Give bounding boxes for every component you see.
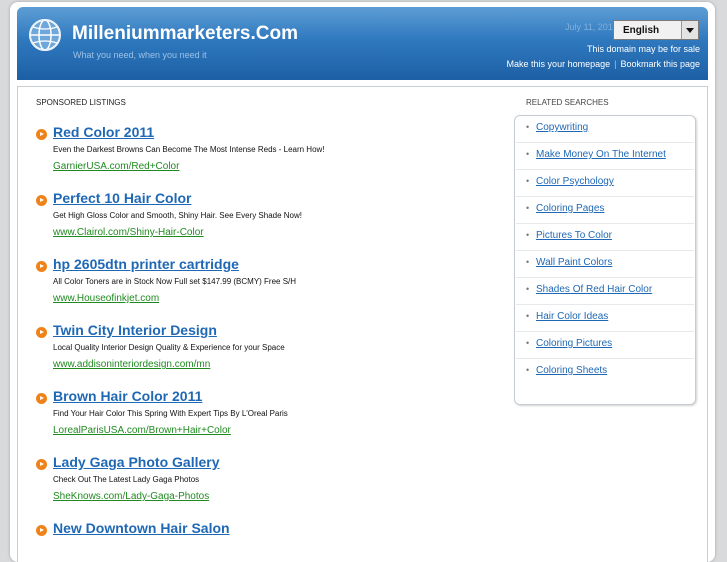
listing-url-link[interactable]: www.Houseofinkjet.com [53, 293, 159, 304]
related-search-item[interactable]: • Shades Of Red Hair Color [516, 278, 694, 305]
site-title[interactable]: Milleniummarketers.Com [72, 23, 298, 45]
page-frame: Milleniummarketers.Com What you need, wh… [10, 2, 715, 562]
bullet-icon: • [526, 311, 530, 321]
listing-url-link[interactable]: www.Clairol.com/Shiny-Hair-Color [53, 227, 204, 238]
bullet-icon: • [526, 284, 530, 294]
listing-description: Find Your Hair Color This Spring With Ex… [53, 409, 288, 418]
listing-title-link[interactable]: Brown Hair Color 2011 [53, 388, 202, 404]
listing-title-link[interactable]: Twin City Interior Design [53, 322, 217, 338]
globe-icon [29, 19, 61, 51]
related-search-item[interactable]: • Coloring Pages [516, 197, 694, 224]
related-search-item[interactable]: • Coloring Sheets [516, 359, 694, 386]
chevron-down-icon[interactable] [681, 21, 698, 39]
listing-title-link[interactable]: Red Color 2011 [53, 124, 154, 140]
bullet-icon: • [526, 230, 530, 240]
listing-title-link[interactable]: Lady Gaga Photo Gallery [53, 454, 220, 470]
related-search-item[interactable]: • Wall Paint Colors [516, 251, 694, 278]
listing-title-link[interactable]: hp 2605dtn printer cartridge [53, 256, 239, 272]
domain-sale-notice[interactable]: This domain may be for sale [587, 44, 700, 54]
related-searches-heading: RELATED SEARCHES [526, 98, 609, 107]
language-select[interactable]: English [613, 20, 699, 40]
listing-url-link[interactable]: LorealParisUSA.com/Brown+Hair+Color [53, 425, 231, 436]
related-search-link[interactable]: Copywriting [536, 122, 588, 133]
link-separator: | [614, 59, 617, 69]
orange-arrow-bullet-icon [36, 129, 47, 140]
related-search-link[interactable]: Coloring Pages [536, 203, 604, 214]
related-searches-box: • Copywriting • Make Money On The Internet… [514, 115, 696, 405]
related-search-link[interactable]: Coloring Sheets [536, 365, 607, 376]
listing-description: Local Quality Interior Design Quality & … [53, 343, 285, 352]
sponsored-listings-heading: SPONSORED LISTINGS [36, 98, 126, 107]
listing-title-link[interactable]: New Downtown Hair Salon [53, 520, 230, 536]
bullet-icon: • [526, 122, 530, 132]
orange-arrow-bullet-icon [36, 327, 47, 338]
related-search-link[interactable]: Pictures To Color [536, 230, 612, 241]
related-search-item[interactable]: • Copywriting [516, 116, 694, 143]
bullet-icon: • [526, 257, 530, 267]
listing-url-link[interactable]: GarnierUSA.com/Red+Color [53, 161, 179, 172]
bullet-icon: • [526, 338, 530, 348]
bullet-icon: • [526, 203, 530, 213]
related-search-link[interactable]: Shades Of Red Hair Color [536, 284, 652, 295]
orange-arrow-bullet-icon [36, 261, 47, 272]
date-value: July 11, 2011 [564, 22, 618, 32]
listing-url-link[interactable]: www.addisoninteriordesign.com/mn [53, 359, 210, 370]
orange-arrow-bullet-icon [36, 525, 47, 536]
listing-description: All Color Toners are in Stock Now Full s… [53, 277, 297, 286]
bullet-icon: • [526, 149, 530, 159]
header-links: Make this your homepage | Bookmark this pa… [507, 59, 700, 69]
site-header: Milleniummarketers.Com What you need, wh… [17, 7, 708, 80]
listing-description: Get High Gloss Color and Smooth, Shiny H… [53, 211, 303, 220]
bullet-icon: • [526, 176, 530, 186]
related-search-item[interactable]: • Coloring Pictures [516, 332, 694, 359]
related-search-item[interactable]: • Make Money On The Internet [516, 143, 694, 170]
bullet-icon: • [526, 365, 530, 375]
orange-arrow-bullet-icon [36, 393, 47, 404]
related-search-item[interactable]: • Color Psychology [516, 170, 694, 197]
related-search-item[interactable]: • Pictures To Color [516, 224, 694, 251]
listing-description: Check Out The Latest Lady Gaga Photos [53, 475, 200, 484]
bookmark-link[interactable]: Bookmark this page [620, 59, 700, 69]
related-search-link[interactable]: Hair Color Ideas [536, 311, 608, 322]
orange-arrow-bullet-icon [36, 195, 47, 206]
listing-description: Even the Darkest Browns Can Become The M… [53, 145, 325, 154]
related-search-item[interactable]: • Hair Color Ideas [516, 305, 694, 332]
site-tagline: What you need, when you need it [73, 50, 207, 60]
homepage-link[interactable]: Make this your homepage [507, 59, 611, 69]
related-search-link[interactable]: Coloring Pictures [536, 338, 612, 349]
related-search-link[interactable]: Color Psychology [536, 176, 614, 187]
related-search-link[interactable]: Wall Paint Colors [536, 257, 612, 268]
listing-title-link[interactable]: Perfect 10 Hair Color [53, 190, 192, 206]
language-selected-value: English [623, 25, 660, 36]
main-content: SPONSORED LISTINGS Red Color 2011 Even t… [17, 86, 708, 562]
orange-arrow-bullet-icon [36, 459, 47, 470]
related-search-link[interactable]: Make Money On The Internet [536, 149, 666, 160]
listing-url-link[interactable]: SheKnows.com/Lady-Gaga-Photos [53, 491, 209, 502]
